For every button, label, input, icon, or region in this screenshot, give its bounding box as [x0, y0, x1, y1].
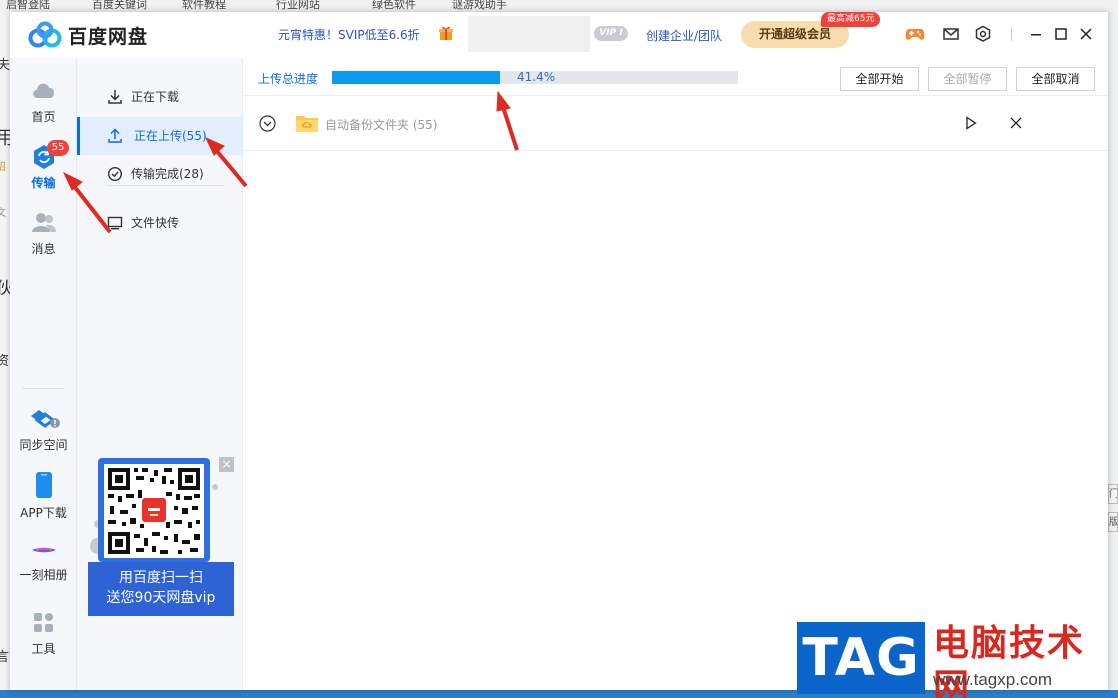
- subnav-downloading[interactable]: 正在下载: [77, 78, 243, 116]
- subnav-label-uploading: 正在上传(55): [134, 129, 207, 143]
- subnav-completed[interactable]: 传输完成(28): [77, 155, 243, 193]
- background-text: 文: [0, 208, 6, 219]
- decoration-dot: [212, 484, 218, 490]
- maximize-icon[interactable]: [1051, 25, 1071, 43]
- subnav-quick-transfer[interactable]: 文件快传: [77, 204, 243, 242]
- subnav-separator: [107, 185, 225, 186]
- watermark-tag-logo: TAG: [797, 622, 925, 694]
- vip-level-badge[interactable]: VIP I: [594, 26, 628, 41]
- transfer-subnav: 正在下载 正在上传(55) 传输完成(28) 文件快传 用百度扫一扫 送您90天…: [77, 58, 243, 690]
- close-icon[interactable]: [1076, 25, 1096, 43]
- subnav-label-completed: 传输完成(28): [131, 167, 204, 181]
- subnav-label-downloading: 正在下载: [131, 90, 180, 104]
- background-tab: 行业网站: [276, 0, 320, 11]
- upload-progress-percent: 41.4%: [517, 70, 556, 84]
- album-icon: [31, 547, 56, 553]
- nav-label-messages: 消息: [31, 242, 56, 256]
- qr-code: [104, 464, 204, 558]
- background-tab: 百度关键词: [92, 0, 147, 11]
- upload-progress-fill: [332, 71, 501, 84]
- phone-icon: [35, 472, 52, 498]
- upload-list-panel: 上传总进度 41.4% 全部开始 全部暂停 全部取消 自动备份文件夹 (55): [243, 58, 1108, 690]
- qr-close-button[interactable]: ×: [219, 457, 234, 472]
- subnav-uploading[interactable]: 正在上传(55): [77, 117, 243, 155]
- qr-promo-line-1: 用百度扫一扫: [119, 570, 203, 586]
- mail-icon[interactable]: [941, 25, 961, 43]
- background-button: 门: [1108, 484, 1118, 504]
- monitor-icon: [107, 216, 123, 230]
- nav-item-home[interactable]: 首页: [10, 78, 77, 125]
- watermark-url: www.tagxp.com: [933, 670, 1053, 689]
- nav-item-sync-space[interactable]: 同步空间: [10, 408, 77, 453]
- title-bar: 百度网盘 元宵特惠！SVIP低至6.6折 VIP I 创建企业/团队 开通超级会…: [10, 12, 1108, 58]
- upload-progress-toolbar: 上传总进度 41.4% 全部开始 全部暂停 全部取消: [243, 58, 1108, 96]
- background-tab: 谜游戏助手: [452, 0, 507, 11]
- app-title: 百度网盘: [68, 26, 149, 48]
- nav-item-album[interactable]: 一刻相册: [10, 538, 77, 583]
- cancel-all-button[interactable]: 全部取消: [1016, 67, 1095, 91]
- qr-promo-line-2: 送您90天网盘vip: [106, 590, 216, 606]
- background-tab: 启智登陆: [6, 0, 50, 11]
- background-button: 版: [1108, 512, 1118, 532]
- expand-chevron-icon[interactable]: [259, 115, 276, 132]
- settings-gear-icon[interactable]: [973, 25, 993, 43]
- background-text: 夫: [0, 58, 11, 73]
- background-text: 招: [0, 162, 6, 173]
- backup-folder-icon: [296, 116, 318, 132]
- nav-item-tools[interactable]: 工具: [10, 610, 77, 657]
- subnav-label-quick-transfer: 文件快传: [131, 216, 180, 230]
- upload-progress-label: 上传总进度: [258, 72, 319, 86]
- nav-separator: [22, 388, 64, 389]
- nav-item-messages[interactable]: 消息: [10, 210, 77, 257]
- user-avatar-area[interactable]: [468, 16, 590, 52]
- qr-frame: [98, 458, 210, 562]
- background-tab: 软件教程: [182, 0, 226, 11]
- nav-label-transfer: 传输: [31, 176, 56, 190]
- pause-all-button[interactable]: 全部暂停: [928, 67, 1007, 91]
- task-name: 自动备份文件夹 (55): [325, 118, 438, 132]
- nav-label-sync: 同步空间: [19, 438, 68, 452]
- nav-label-album: 一刻相册: [19, 568, 68, 582]
- nav-label-tools: 工具: [31, 642, 56, 656]
- check-circle-icon: [107, 166, 123, 182]
- qr-code-icon: [108, 468, 200, 554]
- gift-icon[interactable]: [438, 25, 454, 41]
- remove-task-icon[interactable]: [1009, 116, 1023, 130]
- baidu-netdisk-window: 百度网盘 元宵特惠！SVIP低至6.6折 VIP I 创建企业/团队 开通超级会…: [10, 12, 1108, 690]
- cloud-home-icon: [32, 83, 54, 98]
- transfer-count-badge: 55: [47, 140, 69, 156]
- start-all-button[interactable]: 全部开始: [840, 67, 919, 91]
- tools-grid-icon: [33, 613, 53, 632]
- people-icon: [31, 213, 56, 232]
- svip-promo-link[interactable]: 元宵特惠！SVIP低至6.6折: [278, 26, 420, 43]
- nav-label-home: 首页: [31, 110, 56, 124]
- nav-item-transfer[interactable]: 传输 55: [10, 140, 77, 191]
- qr-promo-text: 用百度扫一扫 送您90天网盘vip: [88, 562, 234, 616]
- upload-task-row[interactable]: 自动备份文件夹 (55): [243, 96, 1108, 151]
- upload-icon: [108, 128, 122, 143]
- qr-promo-card[interactable]: 用百度扫一扫 送您90天网盘vip ×: [88, 457, 234, 618]
- main-nav: 首页 传输 55 消息 同步空间 APP下载 一刻相册 工具: [10, 58, 77, 690]
- site-watermark: TAG 电脑技术网 www.tagxp.com: [797, 622, 1113, 698]
- background-text: 言: [0, 650, 10, 665]
- minimize-icon[interactable]: [1026, 25, 1046, 43]
- game-controller-icon[interactable]: [905, 25, 925, 43]
- window-controls-separator: [1011, 27, 1012, 41]
- play-icon[interactable]: [965, 116, 977, 130]
- background-tab-strip: 启智登陆 百度关键词 软件教程 行业网站 绿色软件 谜游戏助手: [0, 0, 1118, 12]
- background-tab: 绿色软件: [372, 0, 416, 11]
- download-icon: [108, 90, 122, 104]
- baidu-netdisk-logo-icon: [28, 21, 62, 48]
- create-enterprise-link[interactable]: 创建企业/团队: [646, 27, 722, 44]
- background-text: 资: [0, 354, 10, 369]
- nav-item-app-download[interactable]: APP下载: [10, 470, 77, 521]
- sync-space-icon: [30, 410, 60, 428]
- background-right-edge: [1108, 12, 1118, 698]
- nav-label-app-download: APP下载: [20, 506, 67, 520]
- discount-tag: 最高减65元: [821, 12, 881, 27]
